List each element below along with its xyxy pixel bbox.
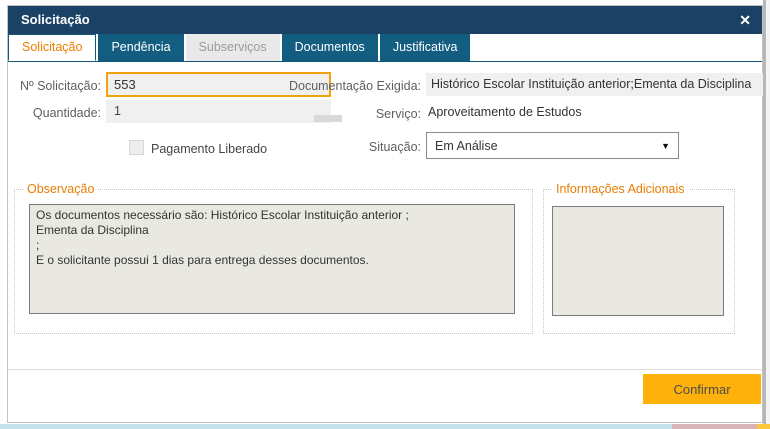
informacoes-adicionais-fieldset: Informações Adicionais (543, 182, 735, 334)
servico-value: Aproveitamento de Estudos (428, 105, 582, 119)
observacao-legend: Observação (27, 182, 95, 196)
tab-documentos[interactable]: Documentos (281, 34, 378, 61)
informacoes-adicionais-textarea[interactable] (552, 206, 724, 316)
documentacao-exigida-label: Documentação Exigida: (288, 79, 421, 93)
dialog-titlebar: Solicitação ✕ (8, 6, 762, 34)
quantidade-label: Quantidade: (32, 106, 101, 120)
tab-solicitacao[interactable]: Solicitação (8, 34, 97, 61)
tab-subservicos: Subserviços (185, 34, 280, 61)
tab-justificativa[interactable]: Justificativa (379, 34, 471, 61)
background-page-margin (766, 0, 770, 429)
numero-solicitacao-label: Nº Solicitação: (20, 79, 101, 93)
confirm-button[interactable]: Confirmar (643, 374, 761, 404)
observacao-textarea[interactable]: Os documentos necessário são: Histórico … (29, 204, 515, 314)
pagamento-liberado-label: Pagamento Liberado (151, 142, 268, 156)
tab-pendencia[interactable]: Pendência (98, 34, 184, 61)
tab-bar: Solicitação Pendência Subserviços Docume… (8, 34, 762, 62)
pagamento-liberado-checkbox[interactable] (129, 140, 144, 155)
observacao-fieldset: Observação Os documentos necessário são:… (14, 182, 533, 334)
documentacao-exigida-field: Histórico Escolar Instituição anterior;E… (426, 73, 763, 96)
dialog-footer: Confirmar (8, 369, 762, 422)
solicitacao-dialog: Solicitação ✕ Solicitação Pendência Subs… (7, 5, 763, 423)
situacao-label: Situação: (368, 140, 421, 154)
situacao-selected-value: Em Análise (435, 139, 498, 153)
background-strip-blue (0, 424, 672, 429)
close-icon[interactable]: ✕ (739, 11, 751, 29)
chevron-down-icon: ▼ (661, 141, 670, 151)
background-strip-pink (672, 424, 757, 429)
situacao-select[interactable]: Em Análise ▼ (426, 132, 679, 159)
informacoes-adicionais-legend: Informações Adicionais (556, 182, 685, 196)
background-strip-yellow (757, 424, 770, 429)
servico-label: Serviço: (375, 107, 421, 121)
dialog-title: Solicitação (21, 12, 90, 27)
